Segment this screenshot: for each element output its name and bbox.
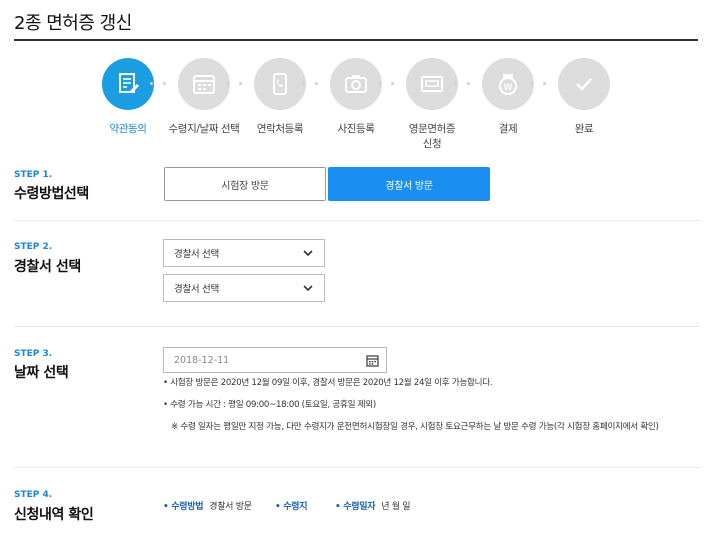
police-station-visit-button[interactable]: 경찰서 방문 <box>328 167 490 201</box>
progress-stepper: 약관동의 수령지/날짜 선택 연락처등록 사진등록 영문면허증 신청 W 결제 <box>0 58 718 158</box>
chevron-down-icon <box>303 250 313 257</box>
svg-text:W: W <box>504 82 513 92</box>
step3-heading: 날짜 선택 <box>14 365 69 381</box>
document-edit-icon <box>102 58 154 110</box>
police-station-select-2[interactable]: 경찰서 선택 <box>163 274 325 302</box>
step1-tag: STEP 1. <box>14 170 53 180</box>
summary-place: • 수령지 <box>275 499 313 512</box>
police-station-select-1[interactable]: 경찰서 선택 <box>163 239 325 267</box>
section-divider <box>14 326 700 327</box>
step1-heading: 수령방법선택 <box>14 186 89 202</box>
step-label: 완료 <box>574 123 594 135</box>
summary-method-value: 경찰서 방문 <box>209 502 252 512</box>
step2-heading: 경찰서 선택 <box>14 259 81 275</box>
select-value: 경찰서 선택 <box>174 284 219 295</box>
exam-center-visit-button[interactable]: 시험장 방문 <box>164 167 326 201</box>
section-divider <box>14 220 700 221</box>
select-value: 경찰서 선택 <box>174 249 219 260</box>
date-input[interactable]: 2018-12-11 <box>163 347 387 373</box>
step4-tag: STEP 4. <box>14 490 53 500</box>
pickup-hours-note: • 수령 가능 시간 : 평일 09:00~18:00 (토요일, 공휴일 제외… <box>163 400 376 410</box>
camera-icon <box>330 58 382 110</box>
calendar-icon <box>178 58 230 110</box>
title-divider <box>14 39 698 41</box>
chevron-down-icon <box>303 285 313 292</box>
step2-tag: STEP 2. <box>14 242 53 252</box>
calendar-icon[interactable] <box>366 354 379 367</box>
check-icon <box>558 58 610 110</box>
phone-icon <box>254 58 306 110</box>
summary-method-key: • 수령방법 <box>163 502 204 512</box>
id-card-icon <box>406 58 458 110</box>
availability-note: • 시험장 방문은 2020년 12월 09일 이후, 경찰서 방문은 2020… <box>163 378 493 388</box>
step-complete: 완료 <box>539 58 629 137</box>
payment-icon: W <box>482 58 534 110</box>
summary-method: • 수령방법 경찰서 방문 <box>163 499 252 512</box>
section-divider <box>14 467 700 468</box>
page-title: 2종 면허증 갱신 <box>14 13 132 34</box>
step3-tag: STEP 3. <box>14 349 53 359</box>
summary-date: • 수령일자 년 월 일 <box>335 499 411 512</box>
summary-place-key: • 수령지 <box>275 502 308 512</box>
summary-date-value: 년 월 일 <box>381 502 411 512</box>
date-placeholder: 2018-12-11 <box>174 354 230 366</box>
summary-date-key: • 수령일자 <box>335 502 376 512</box>
pickup-date-notice: ※ 수령 일자는 평일만 지정 가능, 다만 수령지가 운전면허시험장일 경우,… <box>171 422 659 432</box>
step4-heading: 신청내역 확인 <box>14 507 94 523</box>
